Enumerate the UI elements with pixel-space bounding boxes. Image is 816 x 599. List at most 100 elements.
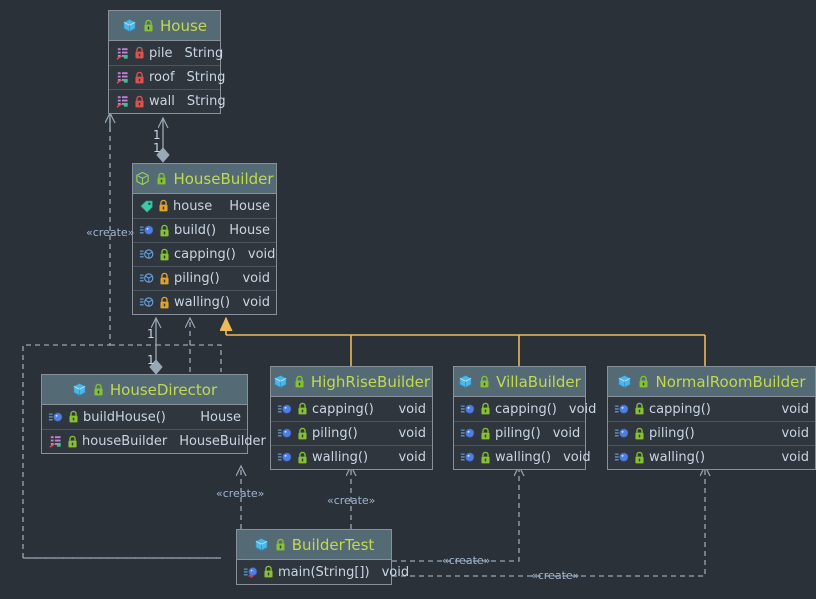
edge-label-create-test-normalroom: «create»	[531, 569, 580, 582]
class-header-villabuilder[interactable]: VillaBuilder	[454, 367, 585, 397]
class-box-housedirector[interactable]: HouseDirector buildHouse() House houseBuild…	[41, 374, 266, 454]
lock-public-icon	[93, 383, 104, 397]
class-icon	[273, 374, 288, 389]
lock-public-icon	[297, 451, 308, 465]
class-member-row[interactable]: piling() void	[133, 266, 276, 290]
class-name-housedirector: HouseDirector	[109, 380, 218, 399]
member-type: void	[552, 426, 581, 441]
class-member-row[interactable]: capping() void	[608, 397, 815, 421]
class-member-row[interactable]: walling() void	[271, 445, 432, 469]
class-member-row[interactable]: main(String[]) void	[237, 560, 409, 584]
lock-public-icon	[68, 410, 79, 424]
class-box-highrisebuilder[interactable]: HighRiseBuilder capping() void piling() void…	[270, 366, 433, 470]
lock-public-icon	[156, 172, 167, 186]
uml-class-diagram-canvas: House pile String roof String wall String House…	[0, 0, 816, 599]
multiplicity-label-mult-house-top: 1	[153, 128, 161, 142]
edge-label-create-director-builder: «create»	[86, 226, 135, 239]
method-icon	[614, 450, 630, 465]
class-icon	[617, 374, 632, 389]
class-member-row[interactable]: wall String	[109, 89, 226, 113]
edge-label-create-test-villa: «create»	[442, 554, 491, 567]
member-name: house	[173, 198, 213, 214]
edge-dependency-buildertest-villabuilder	[392, 466, 519, 562]
lock-public-icon	[634, 451, 645, 465]
lock-public-icon	[634, 427, 645, 441]
member-name: walling()	[312, 450, 369, 465]
method-icon	[614, 402, 630, 417]
member-type: House	[200, 409, 241, 425]
member-name: wall	[149, 94, 175, 109]
class-header-housedirector[interactable]: HouseDirector	[42, 375, 247, 405]
edge-label-create-test-highrise: «create»	[327, 494, 376, 507]
class-member-row[interactable]: piling() void	[271, 421, 432, 445]
class-header-normalroombuilder[interactable]: NormalRoomBuilder	[608, 367, 815, 397]
class-members-highrisebuilder: capping() void piling() void walling() void	[271, 397, 432, 469]
class-member-row[interactable]: capping() void	[271, 397, 432, 421]
class-box-normalroombuilder[interactable]: NormalRoomBuilder capping() void piling() vo…	[607, 366, 816, 470]
member-type: void	[242, 271, 270, 286]
member-type: void	[398, 401, 426, 417]
lock-public-icon	[634, 402, 645, 416]
class-header-house[interactable]: House	[109, 11, 220, 41]
member-type: void	[381, 564, 410, 580]
class-member-row[interactable]: buildHouse() House	[42, 405, 247, 429]
class-box-housebuilder[interactable]: HouseBuilder house House build() House cappin…	[132, 163, 277, 315]
field-icon	[48, 434, 63, 449]
edge-generalization-group	[226, 318, 706, 366]
class-member-row[interactable]: piling() void	[608, 421, 815, 445]
lock-public-icon	[159, 248, 170, 262]
class-header-buildertest[interactable]: BuilderTest	[237, 530, 391, 560]
lock-private-icon	[134, 95, 145, 109]
lock-public-icon	[638, 375, 649, 389]
class-box-buildertest[interactable]: BuilderTest main(String[]) void	[236, 529, 409, 585]
abstract-class-icon	[135, 171, 150, 186]
class-member-row[interactable]: houseBuilder HouseBuilder	[42, 429, 266, 453]
member-name: piling()	[174, 271, 220, 286]
lock-private-icon	[134, 71, 145, 85]
method-icon	[277, 426, 293, 441]
lock-public-icon	[67, 435, 78, 449]
class-member-row[interactable]: walling() void	[454, 445, 591, 469]
class-member-row[interactable]: piling() void	[454, 421, 585, 445]
member-name: piling()	[495, 426, 541, 441]
class-header-housebuilder[interactable]: HouseBuilder	[133, 164, 276, 194]
member-name: capping()	[495, 401, 557, 417]
lock-public-icon	[143, 19, 154, 33]
lock-public-icon	[479, 375, 490, 389]
class-member-row[interactable]: build() House	[133, 218, 276, 242]
class-member-row[interactable]: walling() void	[133, 290, 276, 314]
member-name: walling()	[174, 295, 231, 310]
class-header-highrisebuilder[interactable]: HighRiseBuilder	[271, 367, 432, 397]
class-member-row[interactable]: roof String	[109, 65, 225, 89]
class-member-row[interactable]: pile String	[109, 41, 224, 65]
class-member-row[interactable]: capping() void	[454, 397, 596, 421]
member-type: void	[398, 426, 426, 441]
member-name: capping()	[649, 401, 711, 417]
lock-public-icon	[159, 224, 170, 238]
member-name: houseBuilder	[82, 434, 168, 449]
class-box-villabuilder[interactable]: VillaBuilder capping() void piling() void wal…	[453, 366, 596, 470]
class-icon	[254, 537, 269, 552]
tag-icon	[139, 199, 154, 214]
lock-public-icon	[480, 427, 491, 441]
abstract-method-icon	[139, 247, 155, 262]
method-icon	[277, 402, 293, 417]
lock-private-icon	[134, 46, 145, 60]
class-name-villabuilder: VillaBuilder	[496, 372, 581, 391]
class-box-house[interactable]: House pile String roof String wall String	[108, 10, 226, 114]
class-member-row[interactable]: walling() void	[608, 445, 815, 469]
member-type: String	[184, 45, 224, 61]
multiplicity-label-mult-builder-top: 1	[147, 327, 155, 341]
class-member-row[interactable]: capping() void	[133, 242, 276, 266]
multiplicity-label-mult-house-bottom: 1	[153, 141, 161, 155]
class-name-highrisebuilder: HighRiseBuilder	[310, 372, 431, 391]
member-type: House	[229, 198, 270, 214]
field-icon	[115, 94, 130, 109]
member-type: void	[568, 401, 597, 417]
member-name: walling()	[649, 450, 706, 465]
class-icon	[72, 382, 87, 397]
member-name: walling()	[495, 450, 552, 465]
lock-public-icon	[275, 538, 286, 552]
lock-public-icon	[480, 451, 491, 465]
class-member-row[interactable]: house House	[133, 194, 276, 218]
